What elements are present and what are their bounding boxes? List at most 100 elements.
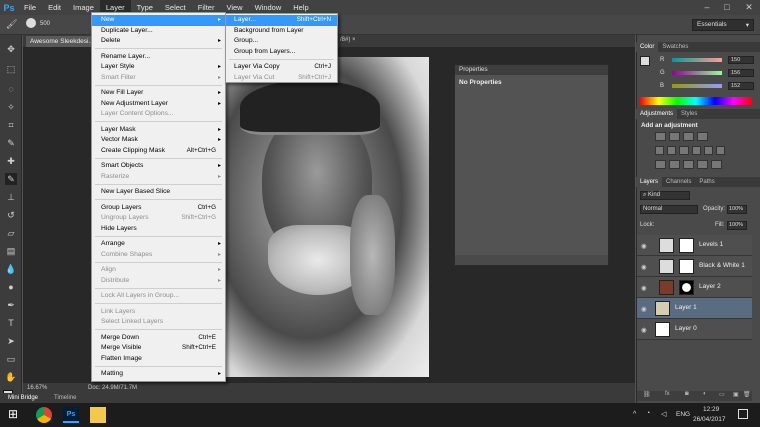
- menu-item-new-layer-based-slice[interactable]: New Layer Based Slice: [92, 187, 225, 198]
- magic-wand-tool-icon[interactable]: ✧: [5, 101, 17, 113]
- pen-tool-icon[interactable]: ✒: [5, 299, 17, 311]
- new-adjustment-icon[interactable]: ◐: [703, 391, 707, 397]
- blue-value[interactable]: 152: [728, 82, 754, 90]
- layer-mask-thumbnail[interactable]: [679, 259, 694, 274]
- brush-preview-icon[interactable]: [26, 18, 36, 28]
- black-white-icon[interactable]: [691, 146, 701, 155]
- levels-icon[interactable]: [669, 132, 680, 141]
- layer-mask-thumbnail[interactable]: [679, 280, 694, 295]
- tab-channels[interactable]: Channels: [662, 177, 695, 187]
- close-button[interactable]: ✕: [738, 0, 760, 15]
- menu-item-group-layers[interactable]: Group Layers Ctrl+G: [92, 203, 225, 214]
- submenu-item-group-from-layers[interactable]: Group from Layers...: [226, 47, 337, 58]
- doc-size-info[interactable]: Doc: 24.9M/71.7M: [88, 383, 137, 393]
- windows-start-icon[interactable]: ⊞: [8, 407, 24, 423]
- new-layer-icon[interactable]: ▣: [733, 391, 739, 398]
- tab-mini-bridge[interactable]: Mini Bridge: [8, 393, 38, 403]
- color-fg-swatch[interactable]: [640, 56, 650, 66]
- blend-mode-select[interactable]: Normal: [640, 205, 698, 214]
- color-balance-icon[interactable]: [679, 146, 689, 155]
- blue-track[interactable]: [672, 84, 722, 88]
- tab-color[interactable]: Color: [636, 42, 659, 52]
- layer-thumbnail[interactable]: [655, 322, 670, 337]
- menu-item-merge-visible[interactable]: Merge Visible Shift+Ctrl+E: [92, 343, 225, 354]
- path-selection-tool-icon[interactable]: ➤: [5, 335, 17, 347]
- tab-paths[interactable]: Paths: [695, 177, 718, 187]
- move-tool-icon[interactable]: ✥: [5, 43, 17, 55]
- invert-icon[interactable]: [655, 160, 666, 169]
- hand-tool-icon[interactable]: ✋: [5, 371, 17, 383]
- menu-item-new-adjustment-layer[interactable]: New Adjustment Layer ▸: [92, 99, 225, 110]
- visibility-eye-icon[interactable]: ◉: [641, 305, 647, 313]
- zoom-level[interactable]: 16.67%: [27, 383, 47, 393]
- tab-styles[interactable]: Styles: [677, 109, 701, 119]
- trash-icon[interactable]: 🗑: [743, 391, 751, 398]
- menu-item-layer-style[interactable]: Layer Style ▸: [92, 62, 225, 73]
- menu-file[interactable]: File: [18, 0, 42, 15]
- menu-item-arrange[interactable]: Arrange ▸: [92, 239, 225, 250]
- tab-timeline[interactable]: Timeline: [54, 393, 76, 403]
- submenu-item-layer-via-copy[interactable]: Layer Via Copy Ctrl+J: [226, 62, 337, 73]
- tab-adjustments[interactable]: Adjustments: [636, 109, 678, 119]
- tab-swatches[interactable]: Swatches: [658, 42, 692, 52]
- menu-item-smart-objects[interactable]: Smart Objects ▸: [92, 161, 225, 172]
- red-slider[interactable]: R 150: [660, 56, 754, 64]
- menu-item-vector-mask[interactable]: Vector Mask ▸: [92, 135, 225, 146]
- layer-name[interactable]: Black & White 1: [699, 262, 745, 269]
- layer-name[interactable]: Layer 0: [675, 325, 697, 332]
- layer-thumbnail[interactable]: [659, 238, 674, 253]
- clock-time[interactable]: 12:29: [703, 406, 719, 413]
- visibility-eye-icon[interactable]: ◉: [641, 242, 647, 250]
- document-tab-suffix[interactable]: /8#) ×: [340, 37, 356, 43]
- threshold-icon[interactable]: [683, 160, 694, 169]
- dodge-tool-icon[interactable]: ●: [5, 281, 17, 293]
- photo-filter-icon[interactable]: [703, 146, 713, 155]
- type-tool-icon[interactable]: T: [5, 317, 17, 329]
- opacity-field[interactable]: 100%: [727, 205, 747, 214]
- gradient-tool-icon[interactable]: ▤: [5, 245, 17, 257]
- menu-item-flatten-image[interactable]: Flatten Image: [92, 354, 225, 365]
- eraser-tool-icon[interactable]: ▱: [5, 227, 17, 239]
- eyedropper-tool-icon[interactable]: ✎: [5, 137, 17, 149]
- tab-layers[interactable]: Layers: [636, 177, 663, 187]
- red-value[interactable]: 150: [728, 56, 754, 64]
- menu-item-hide-layers[interactable]: Hide Layers: [92, 224, 225, 235]
- color-spectrum[interactable]: [640, 97, 752, 105]
- add-mask-icon[interactable]: ◙: [685, 391, 689, 397]
- fx-icon[interactable]: fx: [665, 391, 670, 397]
- menu-item-matting[interactable]: Matting ▸: [92, 369, 225, 380]
- layer-mask-thumbnail[interactable]: [679, 238, 694, 253]
- blue-slider[interactable]: B 152: [660, 82, 754, 90]
- layer-row[interactable]: ◉ Layer 1: [637, 298, 752, 319]
- menu-item-layer-mask[interactable]: Layer Mask ▸: [92, 125, 225, 136]
- posterize-icon[interactable]: [669, 160, 680, 169]
- green-value[interactable]: 156: [728, 69, 754, 77]
- submenu-item-group[interactable]: Group...: [226, 36, 337, 47]
- hue-saturation-icon[interactable]: [667, 146, 677, 155]
- layer-name[interactable]: Layer 1: [675, 304, 697, 311]
- link-layers-icon[interactable]: ⛓: [643, 391, 651, 398]
- notifications-icon[interactable]: [738, 409, 748, 419]
- layer-row[interactable]: ◉ Levels 1: [637, 235, 752, 256]
- visibility-eye-icon[interactable]: ◉: [641, 263, 647, 271]
- crop-tool-icon[interactable]: ⌗: [5, 119, 17, 131]
- green-track[interactable]: [672, 71, 722, 75]
- channel-mixer-icon[interactable]: [715, 146, 726, 155]
- visibility-eye-icon[interactable]: ◉: [641, 326, 647, 334]
- volume-icon[interactable]: ◁: [661, 410, 666, 418]
- blur-tool-icon[interactable]: 💧: [5, 263, 17, 275]
- submenu-item-layer[interactable]: Layer... Shift+Ctrl+N: [226, 15, 337, 26]
- layer-name[interactable]: Levels 1: [699, 241, 723, 248]
- selective-color-icon[interactable]: [711, 160, 722, 169]
- maximize-button[interactable]: □: [716, 0, 738, 15]
- healing-brush-tool-icon[interactable]: ✚: [5, 155, 17, 167]
- network-icon[interactable]: ◔: [646, 410, 650, 417]
- new-group-icon[interactable]: ▭: [719, 391, 725, 398]
- brightness-icon[interactable]: [655, 132, 666, 141]
- menu-item-delete[interactable]: Delete ▸: [92, 36, 225, 47]
- language-indicator[interactable]: ENG: [676, 411, 690, 418]
- layer-row[interactable]: ◉ Layer 2: [637, 277, 752, 298]
- layer-name[interactable]: Layer 2: [699, 283, 721, 290]
- brush-icon[interactable]: 🖌: [6, 19, 17, 30]
- brush-tool-icon[interactable]: ✎: [5, 173, 17, 185]
